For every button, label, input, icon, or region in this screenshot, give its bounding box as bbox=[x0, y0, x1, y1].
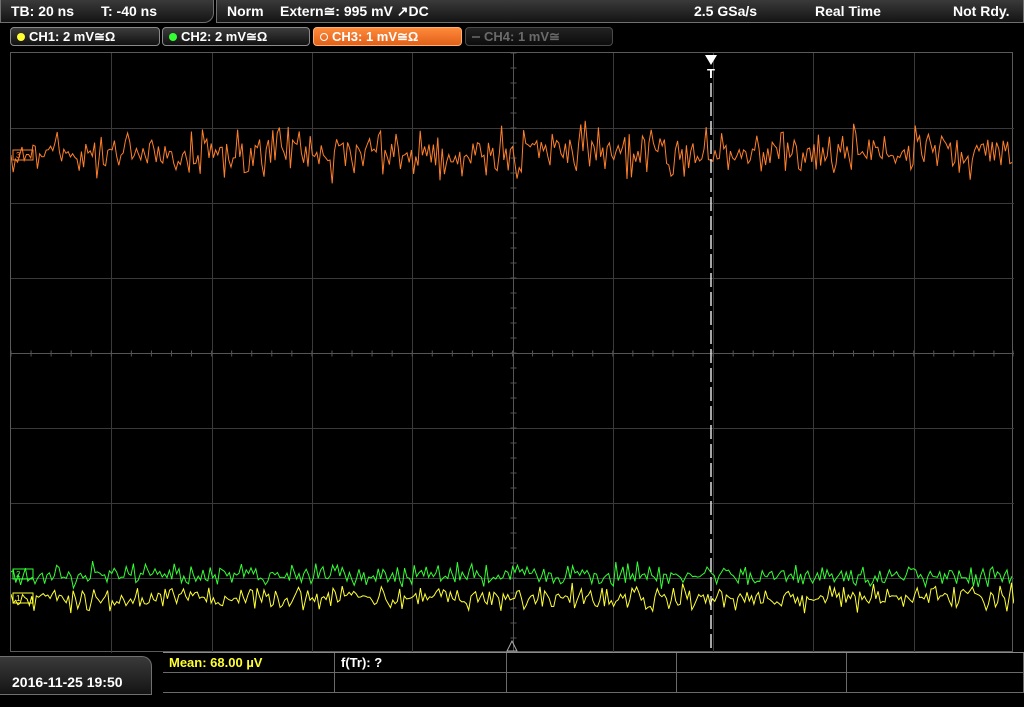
channel-4-tab[interactable]: CH4: 1 mV≅ bbox=[465, 27, 613, 46]
sample-rate: 2.5 GSa/s bbox=[694, 3, 758, 19]
channel-1-tab[interactable]: CH1: 2 mV≅Ω bbox=[10, 27, 160, 46]
acquisition-mode: Real Time bbox=[815, 3, 881, 19]
channel-4-label: CH4: 1 mV≅ bbox=[484, 29, 560, 44]
channel-1-dot-icon bbox=[17, 33, 25, 41]
trigger-position-arrow-icon[interactable] bbox=[705, 55, 717, 65]
footer-bar: 2016-11-25 19:50 Mean: 68.00 µV f(Tr): ? bbox=[0, 652, 1024, 695]
channel-1-waveform bbox=[11, 582, 1014, 614]
timebase-panel[interactable]: TB: 20 ns T: -40 ns bbox=[0, 0, 214, 23]
channel-2-label: CH2: 2 mV≅Ω bbox=[181, 29, 268, 44]
trigger-mode: Norm bbox=[227, 3, 264, 19]
measurement-slot-5[interactable] bbox=[847, 653, 1024, 673]
measurement-mean[interactable]: Mean: 68.00 µV bbox=[163, 653, 335, 673]
channel-4-dot-icon bbox=[472, 36, 480, 38]
channel-1-label: CH1: 2 mV≅Ω bbox=[29, 29, 116, 44]
measurement-slot-10[interactable] bbox=[847, 673, 1024, 693]
channel-3-dot-icon bbox=[320, 33, 328, 41]
trigger-position-label: T bbox=[707, 66, 715, 81]
waveform-display[interactable]: 3 2 1 T bbox=[10, 52, 1014, 653]
measurement-slot-3[interactable] bbox=[507, 653, 677, 673]
graticule-grid bbox=[11, 53, 1014, 653]
measurement-panel[interactable]: Mean: 68.00 µV f(Tr): ? bbox=[163, 652, 1024, 695]
channel-3-waveform bbox=[11, 120, 1013, 184]
measurement-trigger-frequency[interactable]: f(Tr): ? bbox=[335, 653, 507, 673]
horizontal-center-marker-icon bbox=[506, 639, 518, 652]
channel-3-tab[interactable]: CH3: 1 mV≅Ω bbox=[313, 27, 462, 46]
status-bar: TB: 20 ns T: -40 ns Norm Extern≅: 995 mV… bbox=[0, 0, 1024, 26]
channel-2-waveform bbox=[11, 560, 1013, 590]
channel-2-dot-icon bbox=[169, 33, 177, 41]
timebase-scale: TB: 20 ns bbox=[11, 3, 75, 19]
channel-2-tab[interactable]: CH2: 2 mV≅Ω bbox=[162, 27, 310, 46]
measurement-slot-4[interactable] bbox=[677, 653, 847, 673]
measurement-slot-6[interactable] bbox=[163, 673, 335, 693]
trigger-source: Extern≅: 995 mV ↗DC bbox=[280, 3, 429, 19]
datetime-label: 2016-11-25 19:50 bbox=[12, 674, 123, 690]
trigger-offset: T: -40 ns bbox=[101, 3, 158, 19]
acquisition-status: Not Rdy. bbox=[953, 3, 1010, 19]
trigger-panel[interactable]: Norm Extern≅: 995 mV ↗DC 2.5 GSa/s Real … bbox=[216, 0, 1024, 23]
channel-3-label: CH3: 1 mV≅Ω bbox=[332, 29, 419, 44]
channel-bar: CH1: 2 mV≅Ω CH2: 2 mV≅Ω CH3: 1 mV≅Ω CH4:… bbox=[0, 26, 1024, 48]
measurement-slot-7[interactable] bbox=[335, 673, 507, 693]
datetime-box: 2016-11-25 19:50 bbox=[0, 656, 152, 695]
measurement-slot-9[interactable] bbox=[677, 673, 847, 693]
measurement-slot-8[interactable] bbox=[507, 673, 677, 693]
waveform-graticule: 3 2 1 T bbox=[11, 53, 1014, 653]
